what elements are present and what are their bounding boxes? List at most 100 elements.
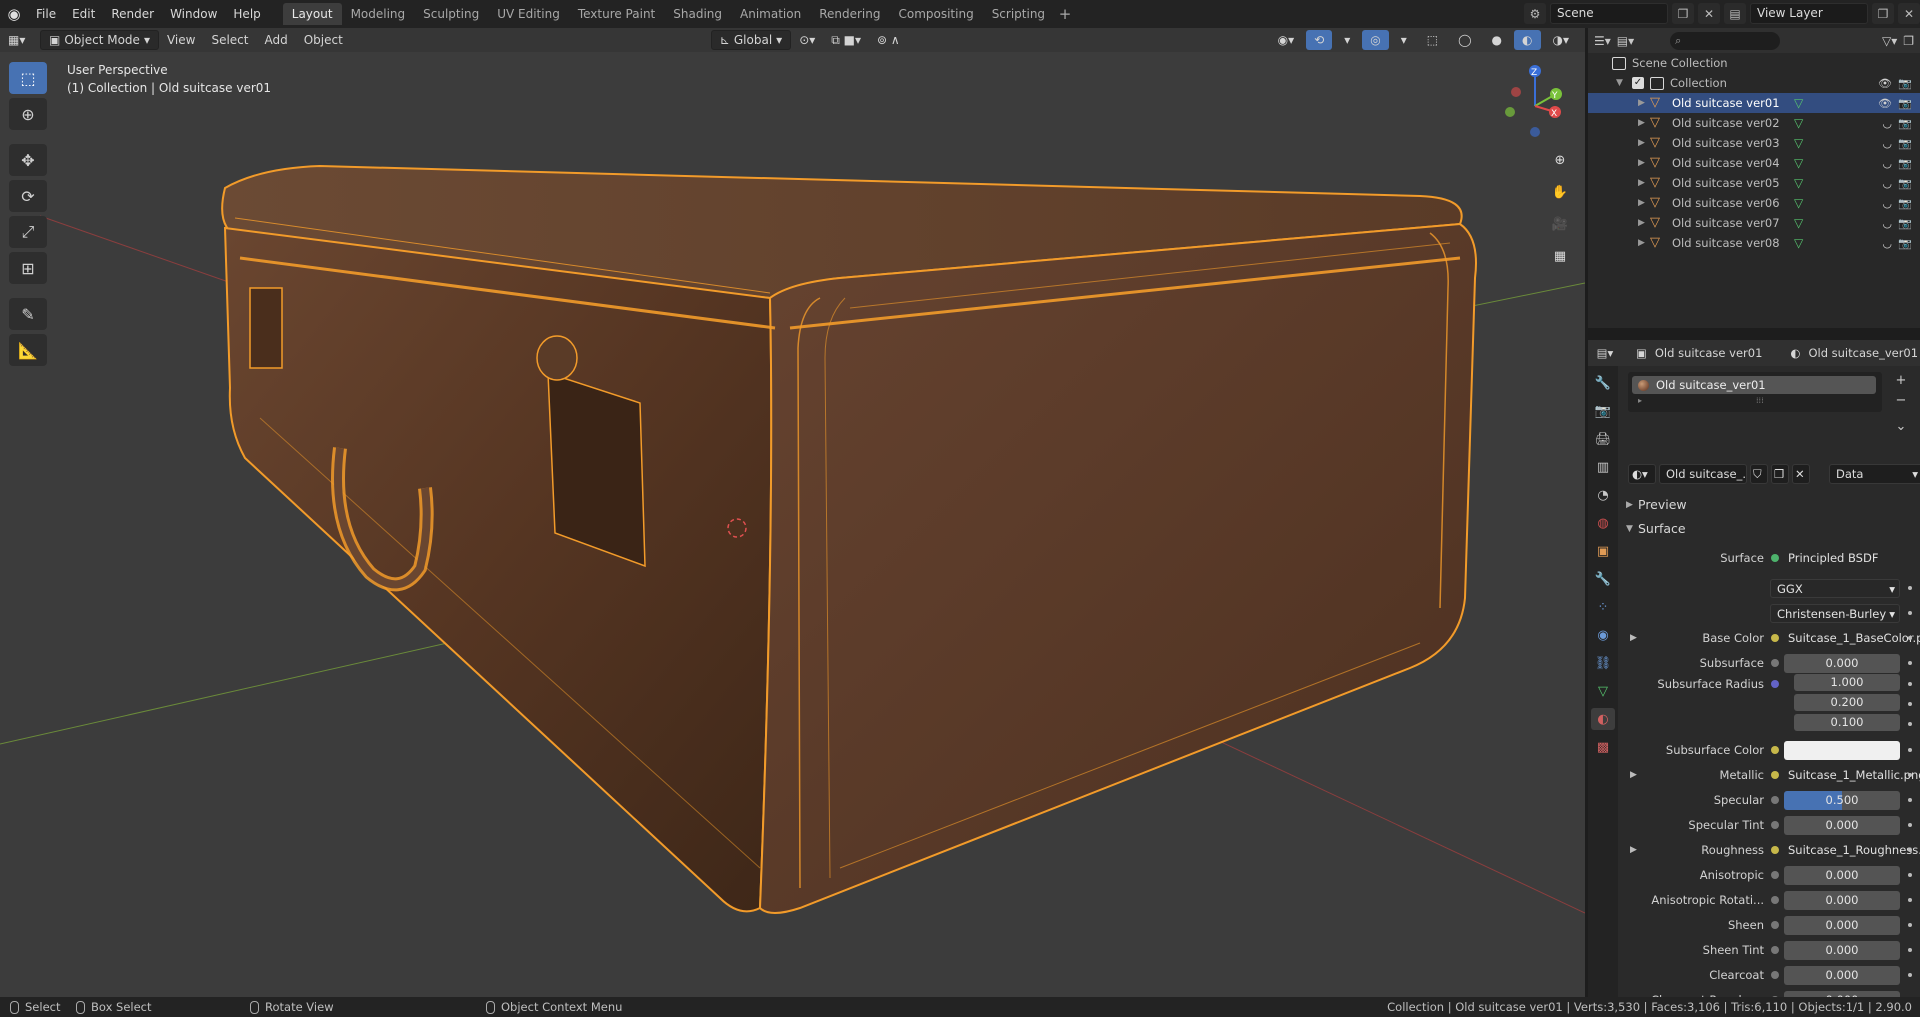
input-value-field[interactable]: 0.000 xyxy=(1784,916,1900,935)
expand-triangle-icon[interactable]: ▶ xyxy=(1630,765,1637,786)
input-value-field[interactable]: 0.000 xyxy=(1784,941,1900,960)
render-camera-icon[interactable]: 📷 xyxy=(1898,217,1912,230)
expand-triangle-icon[interactable]: ▶ xyxy=(1638,118,1645,128)
render-camera-icon[interactable]: 📷 xyxy=(1898,137,1912,150)
material-name-field[interactable]: Old suitcase_... xyxy=(1659,464,1747,484)
keyframe-dot-icon[interactable] xyxy=(1908,973,1912,977)
keyframe-dot-icon[interactable] xyxy=(1908,798,1912,802)
select-box-tool-icon[interactable]: ⬚ xyxy=(9,62,47,94)
material-tab-icon[interactable]: ◐ xyxy=(1591,708,1615,730)
outliner-object-row[interactable]: ▶ ▽ Old suitcase ver05 ▽ ◡ 📷 xyxy=(1588,173,1920,193)
keyframe-dot-icon[interactable] xyxy=(1908,823,1912,827)
menu-edit[interactable]: Edit xyxy=(64,0,103,28)
scene-collection-row[interactable]: Scene Collection xyxy=(1588,53,1920,73)
menu-window[interactable]: Window xyxy=(162,0,225,28)
render-camera-icon[interactable]: 📷 xyxy=(1898,97,1912,110)
filter-icon[interactable]: ▽▾ xyxy=(1882,34,1897,48)
tool-tab-icon[interactable]: 🔧 xyxy=(1591,372,1615,394)
keyframe-dot-icon[interactable] xyxy=(1908,682,1912,686)
collection-row[interactable]: ▼ ✓ Collection 👁 📷 xyxy=(1588,73,1920,93)
tab-animation[interactable]: Animation xyxy=(731,3,810,25)
keyframe-dot-icon[interactable] xyxy=(1908,702,1912,706)
outliner-object-row[interactable]: ▶ ▽ Old suitcase ver07 ▽ ◡ 📷 xyxy=(1588,213,1920,233)
snap-icon[interactable]: ⧉ ■▾ xyxy=(823,30,869,50)
visibility-icon[interactable]: ◉▾ xyxy=(1270,30,1303,50)
expand-triangle-icon[interactable]: ▶ xyxy=(1638,198,1645,208)
add-slot-icon[interactable]: + xyxy=(1892,372,1910,390)
keyframe-dot-icon[interactable] xyxy=(1908,661,1912,665)
collection-checkbox[interactable]: ✓ xyxy=(1632,77,1644,89)
keyframe-dot-icon[interactable] xyxy=(1908,773,1912,777)
remove-slot-icon[interactable]: − xyxy=(1892,392,1910,410)
delete-scene-icon[interactable]: ✕ xyxy=(1698,3,1720,24)
tab-sculpting[interactable]: Sculpting xyxy=(414,3,488,25)
move-tool-icon[interactable]: ✥ xyxy=(9,144,47,176)
tab-uv-editing[interactable]: UV Editing xyxy=(488,3,569,25)
outliner-search-input[interactable]: ⌕ xyxy=(1670,31,1781,50)
browse-material-icon[interactable]: ◐▾ xyxy=(1628,464,1656,484)
eye-icon[interactable]: 👁 xyxy=(1878,77,1892,90)
tab-modeling[interactable]: Modeling xyxy=(342,3,415,25)
expand-triangle-icon[interactable]: ▶ xyxy=(1638,178,1645,188)
socket-icon[interactable] xyxy=(1771,971,1779,979)
new-view-layer-icon[interactable]: ❐ xyxy=(1872,3,1894,24)
expand-triangle-icon[interactable]: ▶ xyxy=(1638,218,1645,228)
keyframe-dot-icon[interactable] xyxy=(1908,636,1912,640)
render-camera-icon[interactable]: 📷 xyxy=(1898,197,1912,210)
blender-logo-icon[interactable]: ◉ xyxy=(0,0,28,28)
pan-hand-icon[interactable]: ✋ xyxy=(1547,179,1573,205)
collapse-triangle-icon[interactable]: ▼ xyxy=(1616,78,1623,88)
physics-tab-icon[interactable]: ◉ xyxy=(1591,624,1615,646)
overlay-toggle-icon[interactable]: ◎ xyxy=(1362,30,1389,50)
transform-tool-icon[interactable]: ⊞ xyxy=(9,252,47,284)
outliner-editor-icon[interactable]: ☰▾ xyxy=(1594,34,1611,48)
keyframe-dot-icon[interactable] xyxy=(1908,898,1912,902)
material-slot-item[interactable]: Old suitcase_ver01 xyxy=(1632,376,1876,394)
camera-icon[interactable]: 🎥 xyxy=(1547,211,1573,237)
constraints-tab-icon[interactable]: ⛓ xyxy=(1591,652,1615,674)
tab-compositing[interactable]: Compositing xyxy=(889,3,982,25)
scale-tool-icon[interactable]: ⤢ xyxy=(9,216,47,248)
output-tab-icon[interactable]: 🖨 xyxy=(1591,428,1615,450)
expand-triangle-icon[interactable]: ▶ xyxy=(1630,840,1637,861)
eye-closed-icon[interactable]: ◡ xyxy=(1882,217,1892,230)
expand-triangle-icon[interactable]: ▶ xyxy=(1638,158,1645,168)
wireframe-shading-icon[interactable]: ◯ xyxy=(1450,30,1479,50)
socket-icon[interactable] xyxy=(1771,846,1779,854)
menu-add[interactable]: Add xyxy=(256,30,295,50)
surface-panel-header[interactable]: ▼ Surface xyxy=(1618,518,1920,540)
pivot-icon[interactable]: ⊙▾ xyxy=(791,30,823,50)
socket-icon[interactable] xyxy=(1771,634,1779,642)
link-dropdown[interactable]: Data ▾ xyxy=(1829,464,1920,484)
scene-tab-icon[interactable]: ◔ xyxy=(1591,484,1615,506)
socket-icon[interactable] xyxy=(1771,871,1779,879)
rendered-shading-icon[interactable]: ◑▾ xyxy=(1545,30,1578,50)
tab-layout[interactable]: Layout xyxy=(282,3,342,25)
expand-triangle-icon[interactable]: ▶ xyxy=(1630,628,1637,649)
socket-icon[interactable] xyxy=(1771,659,1779,667)
view-layer-icon[interactable]: ▤ xyxy=(1724,3,1746,24)
solid-shading-icon[interactable]: ● xyxy=(1484,30,1510,50)
editor-type-icon[interactable]: ▦▾ xyxy=(0,30,40,50)
input-value-field[interactable] xyxy=(1784,741,1900,760)
tab-shading[interactable]: Shading xyxy=(664,3,731,25)
gizmo-toggle-icon[interactable]: ⟲ xyxy=(1306,30,1333,50)
proportional-edit-icon[interactable]: ⊚ ∧ xyxy=(869,30,908,50)
input-value-field[interactable]: 1.000 xyxy=(1794,674,1900,691)
outliner-object-row[interactable]: ▶ ▽ Old suitcase ver04 ▽ ◡ 📷 xyxy=(1588,153,1920,173)
menu-help[interactable]: Help xyxy=(225,0,268,28)
gizmo-dropdown-icon[interactable]: ▾ xyxy=(1336,30,1358,50)
keyframe-dot-icon[interactable] xyxy=(1908,748,1912,752)
outliner-object-row[interactable]: ▶ ▽ Old suitcase ver06 ▽ ◡ 📷 xyxy=(1588,193,1920,213)
menu-view[interactable]: View xyxy=(159,30,203,50)
particles-tab-icon[interactable]: ⁘ xyxy=(1591,596,1615,618)
socket-icon[interactable] xyxy=(1771,946,1779,954)
keyframe-dot-icon[interactable] xyxy=(1908,923,1912,927)
expand-triangle-icon[interactable]: ▶ xyxy=(1638,138,1645,148)
render-camera-icon[interactable]: 📷 xyxy=(1898,237,1912,250)
socket-icon[interactable] xyxy=(1771,746,1779,754)
expand-triangle-icon[interactable]: ▶ xyxy=(1638,238,1645,248)
data-tab-icon[interactable]: ▽ xyxy=(1591,680,1615,702)
cursor-tool-icon[interactable]: ⊕ xyxy=(9,98,47,130)
subsurface-method-dropdown[interactable]: Christensen-Burley ▾ xyxy=(1770,604,1900,623)
